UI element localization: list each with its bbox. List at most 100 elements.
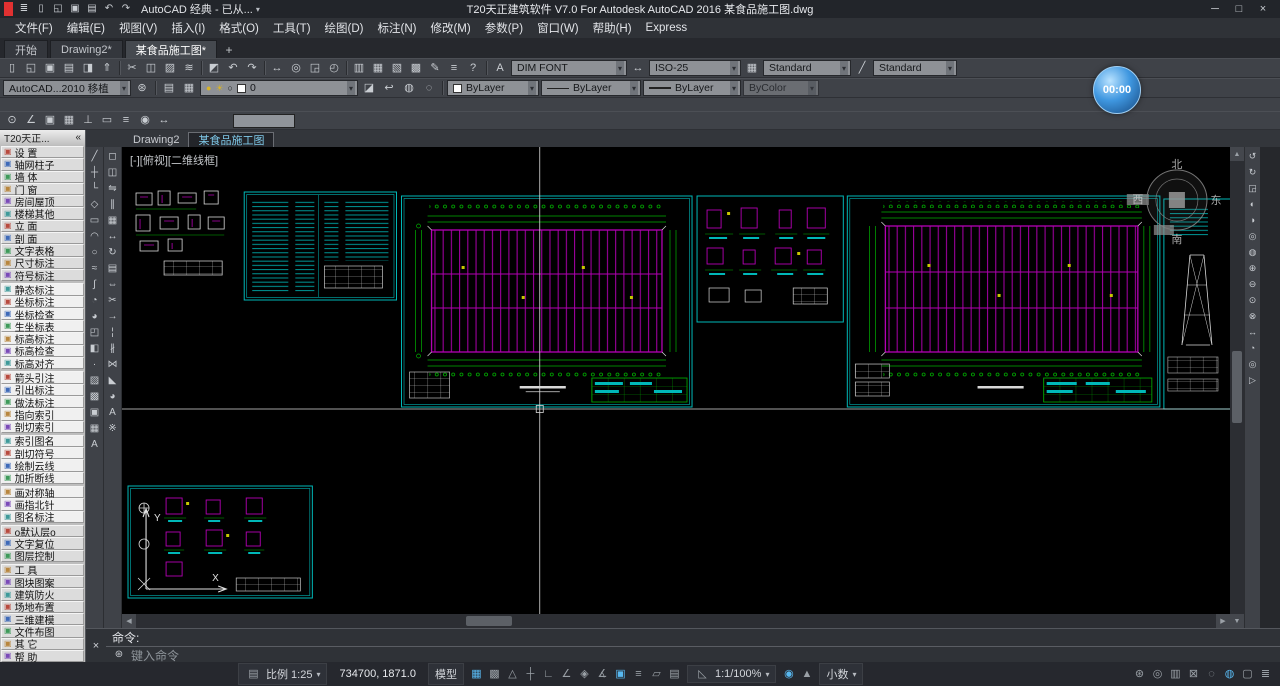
isolate-objects-icon[interactable]: ◌ bbox=[1203, 668, 1220, 680]
transparency-icon[interactable]: ▱ bbox=[648, 668, 665, 680]
palette-item-文件布图[interactable]: ▣ 文件布图 bbox=[1, 625, 84, 639]
osnap-settings-icon[interactable]: ⊙ bbox=[3, 113, 21, 129]
palette-item-帮助[interactable]: ▣ 帮 助 bbox=[1, 649, 84, 662]
new-icon[interactable]: ▯ bbox=[3, 60, 21, 76]
text-style-combo[interactable]: DIM FONT ▾ bbox=[511, 60, 627, 76]
compass-north-label[interactable]: 北 bbox=[1171, 158, 1182, 171]
document-tab[interactable]: Drawing2 bbox=[124, 132, 188, 147]
show-motion-icon[interactable]: ▷ bbox=[1246, 373, 1260, 388]
trim-icon[interactable]: ✂ bbox=[105, 293, 121, 308]
rectangle-icon[interactable]: ▭ bbox=[87, 213, 103, 228]
line-icon[interactable]: ╱ bbox=[87, 149, 103, 164]
open-icon[interactable]: ◱ bbox=[50, 2, 66, 16]
redraw-icon[interactable]: ↺ bbox=[1246, 149, 1260, 164]
lock-ui-icon[interactable]: ⊠ bbox=[1185, 668, 1202, 680]
quickcalc-icon[interactable]: ≡ bbox=[445, 60, 463, 76]
polygon-icon[interactable]: ◇ bbox=[87, 197, 103, 212]
make-block-icon[interactable]: ◧ bbox=[87, 341, 103, 356]
palette-item-剖切索引[interactable]: ▣ 剖切索引 bbox=[1, 420, 84, 434]
scale-icon[interactable]: ▤ bbox=[105, 261, 121, 276]
grid-icon[interactable]: ▦ bbox=[468, 668, 485, 680]
pan-icon[interactable]: ↔ bbox=[1246, 325, 1260, 340]
dim-style-combo[interactable]: ISO-25 ▾ bbox=[649, 60, 741, 76]
dynamic-input-icon[interactable]: ┼ bbox=[522, 668, 539, 680]
polar-tracking-icon[interactable]: ∠ bbox=[558, 668, 575, 680]
break-point-icon[interactable]: ¦ bbox=[105, 325, 121, 340]
hatch-icon[interactable]: ▨ bbox=[87, 373, 103, 388]
cut-icon[interactable]: ✂ bbox=[123, 60, 141, 76]
regen-icon[interactable]: ↻ bbox=[1246, 165, 1260, 180]
zoom-center-icon[interactable]: ◎ bbox=[1246, 229, 1260, 244]
xline-icon[interactable]: ┼ bbox=[87, 165, 103, 180]
menu-参数(P)[interactable]: 参数(P) bbox=[478, 18, 530, 38]
menu-工具(T)[interactable]: 工具(T) bbox=[266, 18, 318, 38]
file-tab[interactable]: 开始 bbox=[4, 40, 48, 58]
scroll-up-button[interactable]: ▲ bbox=[1230, 147, 1244, 161]
zoom-extents-icon[interactable]: ⊗ bbox=[1246, 309, 1260, 324]
designcenter-icon[interactable]: ▦ bbox=[369, 60, 387, 76]
erase-icon[interactable]: ◻ bbox=[105, 149, 121, 164]
palette-item-轴网柱子[interactable]: ▣ 轴网柱子 bbox=[1, 158, 84, 172]
horizontal-scroll-track[interactable] bbox=[136, 614, 1216, 628]
print-icon[interactable]: ▤ bbox=[84, 2, 100, 16]
layer-walk-icon[interactable]: ≡ bbox=[117, 113, 135, 129]
undo-icon[interactable]: ↶ bbox=[224, 60, 242, 76]
gradient-icon[interactable]: ▩ bbox=[87, 389, 103, 404]
close-icon[interactable]: × bbox=[1256, 1, 1270, 17]
copy-icon[interactable]: ◫ bbox=[105, 165, 121, 180]
measure-icon[interactable]: ↔ bbox=[155, 113, 173, 129]
ortho-icon[interactable]: ∟ bbox=[540, 668, 557, 680]
circle-icon[interactable]: ○ bbox=[87, 245, 103, 260]
redo-icon[interactable]: ↷ bbox=[118, 2, 134, 16]
new-tab-button[interactable]: + bbox=[221, 42, 237, 58]
zoom-previous-icon[interactable]: ◴ bbox=[325, 60, 343, 76]
extend-icon[interactable]: → bbox=[105, 309, 121, 324]
save-icon[interactable]: ▣ bbox=[67, 2, 83, 16]
ellipse-icon[interactable]: ◔ bbox=[87, 293, 103, 308]
drawing-canvas[interactable]: Y X 北 南 东 西 [-][俯视][二维线框] bbox=[122, 147, 1230, 614]
plot-icon[interactable]: ▤ bbox=[60, 60, 78, 76]
pan-icon[interactable]: ↔ bbox=[268, 60, 286, 76]
wrench-icon[interactable]: ⊛ bbox=[112, 647, 126, 663]
palette-item-立面[interactable]: ▣ 立 面 bbox=[1, 219, 84, 233]
move-icon[interactable]: ↔ bbox=[105, 229, 121, 244]
workspace-combo[interactable]: AutoCAD...2010 移植 ▾ bbox=[3, 80, 131, 96]
polyline-icon[interactable]: └ bbox=[87, 181, 103, 196]
layer-properties-icon[interactable]: ▤ bbox=[160, 80, 178, 96]
menu-窗口(W)[interactable]: 窗口(W) bbox=[530, 18, 586, 38]
menu-Express[interactable]: Express bbox=[639, 18, 695, 38]
menu-绘图(D)[interactable]: 绘图(D) bbox=[318, 18, 371, 38]
object-snap-icon[interactable]: ▣ bbox=[41, 113, 59, 129]
rotate-icon[interactable]: ↻ bbox=[105, 245, 121, 260]
properties-icon[interactable]: ▥ bbox=[350, 60, 368, 76]
polar-icon[interactable]: ∠ bbox=[22, 113, 40, 129]
insert-block-icon[interactable]: ◰ bbox=[87, 325, 103, 340]
open-icon[interactable]: ◱ bbox=[22, 60, 40, 76]
palette-header[interactable]: T20天正... « bbox=[0, 130, 85, 145]
explode-icon[interactable]: ※ bbox=[105, 421, 121, 436]
redo-icon[interactable]: ↷ bbox=[243, 60, 261, 76]
text-style-icon[interactable]: A bbox=[491, 60, 509, 76]
menu-格式(O)[interactable]: 格式(O) bbox=[212, 18, 266, 38]
point-icon[interactable]: · bbox=[87, 357, 103, 372]
document-tab[interactable]: 某食品施工图 bbox=[188, 132, 275, 147]
palette-item-加折断线[interactable]: ▣ 加折断线 bbox=[1, 471, 84, 485]
quick-input-field[interactable] bbox=[233, 113, 295, 128]
quick-properties-icon[interactable]: ▥ bbox=[1167, 668, 1184, 680]
clean-screen-icon[interactable]: ▢ bbox=[1239, 668, 1256, 680]
color-combo[interactable]: ByLayer ▾ bbox=[447, 80, 539, 96]
linetype-combo[interactable]: ByLayer ▾ bbox=[541, 80, 641, 96]
zoom-dynamic-icon[interactable]: ◐ bbox=[1246, 197, 1260, 212]
selection-cycling-icon[interactable]: ▤ bbox=[666, 668, 683, 680]
menu-文件(F)[interactable]: 文件(F) bbox=[8, 18, 60, 38]
menu-帮助(H)[interactable]: 帮助(H) bbox=[586, 18, 639, 38]
palette-item-楼梯其他[interactable]: ▣ 楼梯其他 bbox=[1, 207, 84, 221]
workspace-switch-icon[interactable]: ⊛ bbox=[1131, 668, 1148, 680]
vertical-scroll-thumb[interactable] bbox=[1232, 351, 1242, 423]
save-icon[interactable]: ▣ bbox=[41, 60, 59, 76]
help-icon[interactable]: ? bbox=[464, 60, 482, 76]
palette-item-符号标注[interactable]: ▣ 符号标注 bbox=[1, 268, 84, 283]
tool-palettes-icon[interactable]: ▧ bbox=[388, 60, 406, 76]
scroll-down-button[interactable]: ▼ bbox=[1230, 614, 1244, 628]
palette-item-图名标注[interactable]: ▣ 图名标注 bbox=[1, 510, 84, 524]
